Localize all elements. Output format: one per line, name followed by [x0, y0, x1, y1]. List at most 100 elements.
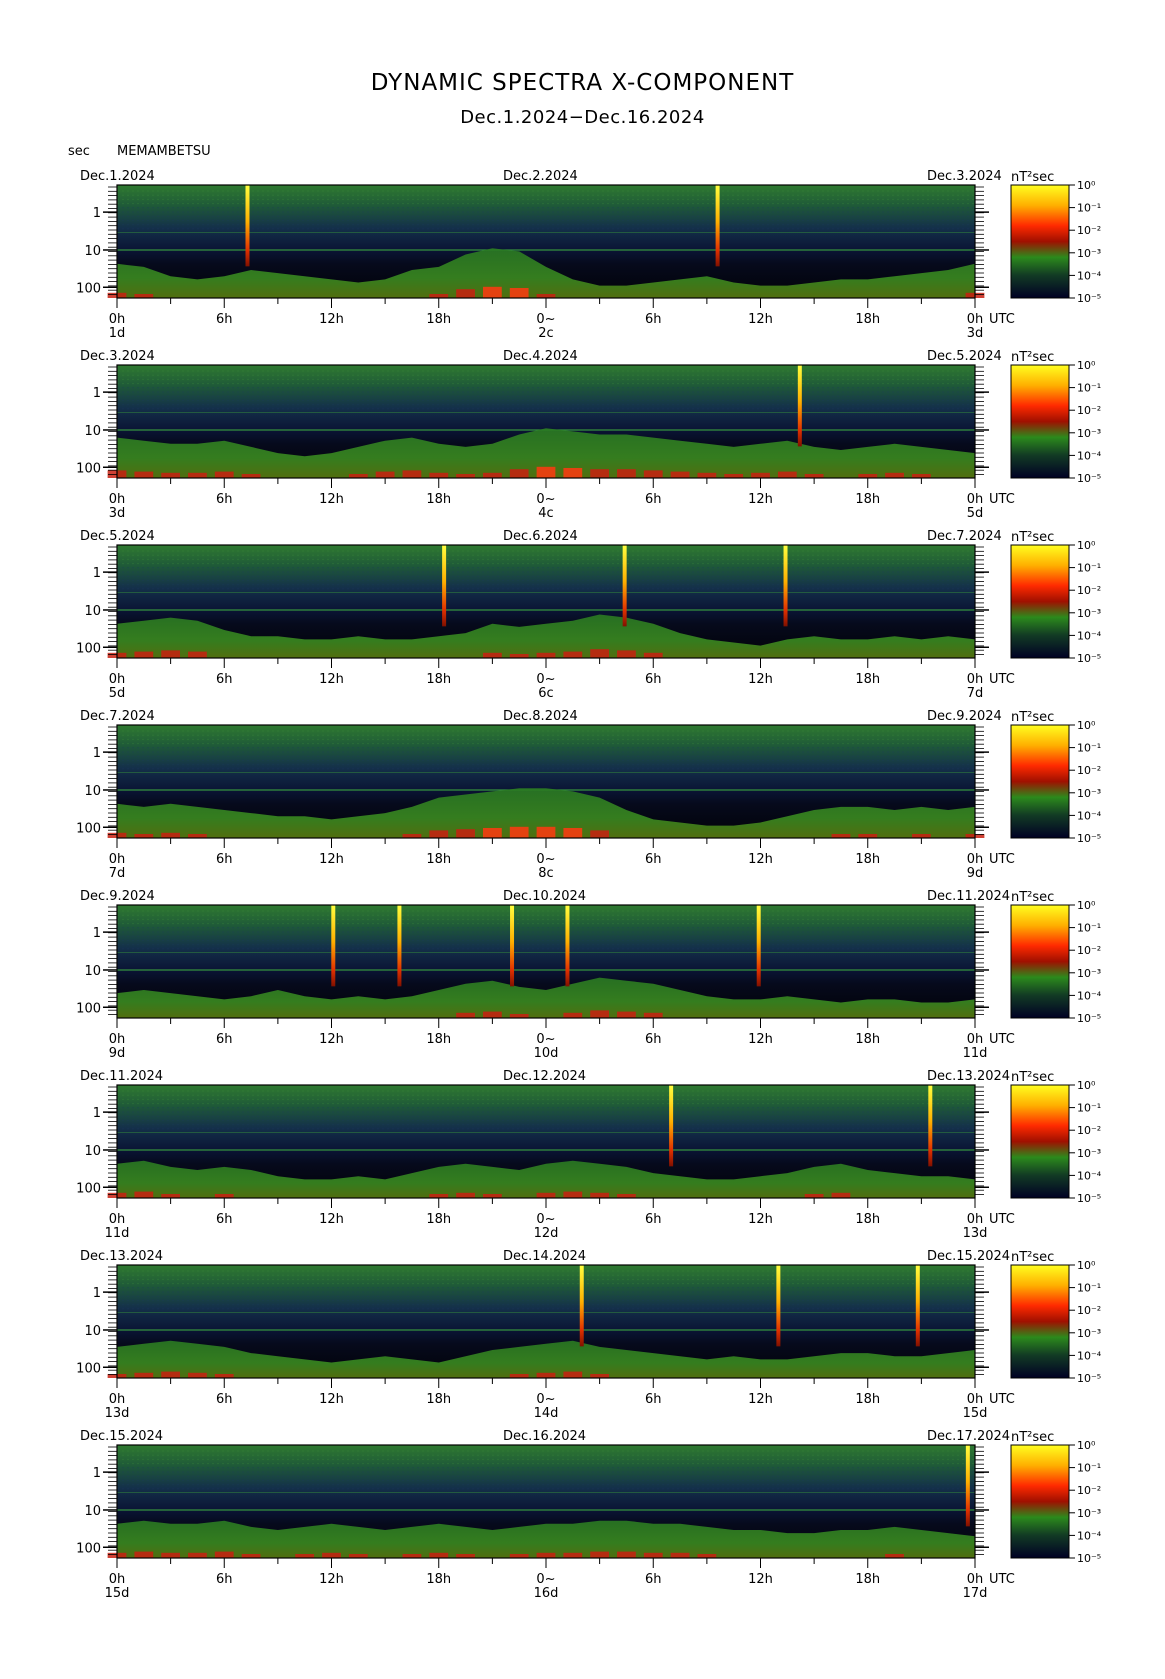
x-tick-label: 6h — [645, 1032, 662, 1047]
x-tick-label: 18h — [426, 1392, 451, 1407]
panel-right-date: Dec.3.2024 — [927, 169, 1002, 184]
y-tick-label: 100 — [76, 1361, 101, 1376]
impulse-spike — [965, 1445, 970, 1527]
y-tick-label: 100 — [76, 1181, 101, 1196]
colorbar-tick-label: 10⁻⁵ — [1077, 1012, 1101, 1025]
colorbar-tick-label: 10⁻³ — [1077, 1147, 1101, 1160]
y-tick-label: 10 — [84, 244, 101, 259]
power-hotspot — [697, 472, 717, 478]
colorbar-tick-label: 10⁻² — [1077, 404, 1101, 417]
x-tick-label: 0h — [109, 1032, 126, 1047]
colorbar-label: nT²sec — [1011, 350, 1054, 365]
colorbar — [1010, 1444, 1070, 1559]
x-tick-label: 18h — [855, 852, 880, 867]
x-tick-label: 18h — [855, 1392, 880, 1407]
x-tick-label: 6h — [216, 1572, 233, 1587]
colorbar-tick-label: 10⁻¹ — [1077, 1102, 1101, 1115]
panel-6: Dec.11.2024 Dec.12.2024 Dec.13.2024 nT²sec 1… — [76, 1069, 1102, 1241]
y-tick-label: 1 — [93, 566, 101, 581]
panel-right-date: Dec.17.2024 — [927, 1429, 1010, 1444]
colorbar-tick-label: 10⁻¹ — [1077, 742, 1101, 755]
x-tick-label: 18h — [426, 1572, 451, 1587]
day-mid-label: 16d — [534, 1586, 559, 1601]
x-tick-label: 0~ — [536, 672, 555, 687]
colorbar — [1010, 1084, 1070, 1199]
power-hotspot — [482, 652, 502, 658]
power-hotspot — [482, 1011, 502, 1018]
colorbar-tick-label: 10⁰ — [1077, 539, 1096, 552]
power-hotspot — [617, 1011, 636, 1018]
panel-right-date: Dec.13.2024 — [927, 1069, 1010, 1084]
x-tick-label: 0h — [109, 312, 126, 327]
power-hotspot — [134, 1372, 154, 1378]
day-start-label: 5d — [109, 686, 126, 701]
colorbar-tick-label: 10⁰ — [1077, 1079, 1096, 1092]
power-hotspot — [188, 1552, 207, 1558]
power-hotspot — [617, 650, 636, 658]
colorbar-tick-label: 10⁰ — [1077, 1259, 1096, 1272]
power-hotspot — [858, 474, 878, 478]
power-hotspot — [670, 1552, 690, 1558]
colorbar-tick-label: 10⁻² — [1077, 944, 1101, 957]
x-tick-label: 0h — [967, 492, 984, 507]
power-hotspot — [536, 826, 556, 838]
impulse-spike — [245, 185, 250, 267]
x-tick-label: 12h — [319, 852, 344, 867]
colorbar-tick-label: 10⁻² — [1077, 224, 1101, 237]
impulse-spike — [797, 365, 802, 447]
panel-left-date: Dec.5.2024 — [80, 529, 155, 544]
colorbar-tick-label: 10⁻¹ — [1077, 382, 1101, 395]
panel-mid-date: Dec.10.2024 — [503, 889, 586, 904]
day-start-label: 11d — [105, 1226, 130, 1241]
power-hotspot — [590, 469, 610, 478]
x-tick-label: 0h — [967, 1392, 984, 1407]
x-tick-label: 18h — [426, 1032, 451, 1047]
x-tick-label: 18h — [426, 1212, 451, 1227]
x-utc-label: UTC — [989, 1032, 1015, 1047]
power-hotspot — [509, 288, 529, 298]
day-mid-label: 4c — [538, 506, 553, 521]
colorbar-tick-label: 10⁻⁴ — [1077, 809, 1102, 822]
x-tick-label: 6h — [216, 852, 233, 867]
x-tick-label: 6h — [645, 312, 662, 327]
x-tick-label: 0~ — [536, 492, 555, 507]
x-tick-label: 6h — [645, 1212, 662, 1227]
power-hotspot — [456, 829, 475, 838]
colorbar-tick-label: 10⁻² — [1077, 1304, 1101, 1317]
power-hotspot — [188, 472, 207, 478]
power-hotspot — [482, 286, 502, 298]
panel-left-date: Dec.3.2024 — [80, 349, 155, 364]
power-hotspot — [563, 651, 583, 658]
power-hotspot — [456, 1192, 475, 1198]
power-hotspot — [536, 466, 556, 478]
day-mid-label: 10d — [534, 1046, 559, 1061]
y-tick-label: 10 — [84, 1504, 101, 1519]
power-hotspot — [456, 289, 475, 298]
power-hotspot — [482, 828, 502, 838]
day-start-label: 3d — [109, 506, 126, 521]
panel-right-date: Dec.9.2024 — [927, 709, 1002, 724]
power-hotspot — [456, 474, 475, 478]
colorbar-label: nT²sec — [1011, 1430, 1054, 1445]
panel-mid-date: Dec.4.2024 — [503, 349, 578, 364]
colorbar-tick-label: 10⁻⁴ — [1077, 1349, 1102, 1362]
day-start-label: 9d — [109, 1046, 126, 1061]
power-hotspot — [429, 830, 449, 838]
day-end-label: 17d — [963, 1586, 988, 1601]
impulse-spike — [442, 545, 447, 627]
x-tick-label: 18h — [855, 492, 880, 507]
colorbar — [1010, 544, 1070, 659]
power-hotspot — [402, 470, 422, 478]
power-hotspot — [509, 469, 529, 478]
colorbar-tick-label: 10⁻³ — [1077, 787, 1101, 800]
x-tick-label: 12h — [748, 1572, 773, 1587]
colorbar-tick-label: 10⁻⁵ — [1077, 1372, 1101, 1385]
power-hotspot — [536, 294, 556, 298]
panel-7: Dec.13.2024 Dec.14.2024 Dec.15.2024 nT²sec 1… — [76, 1249, 1102, 1421]
x-tick-label: 12h — [319, 312, 344, 327]
x-tick-label: 6h — [216, 1032, 233, 1047]
x-tick-label: 0h — [109, 1212, 126, 1227]
power-hotspot — [509, 826, 529, 838]
power-hotspot — [536, 652, 556, 658]
x-tick-label: 18h — [855, 1572, 880, 1587]
